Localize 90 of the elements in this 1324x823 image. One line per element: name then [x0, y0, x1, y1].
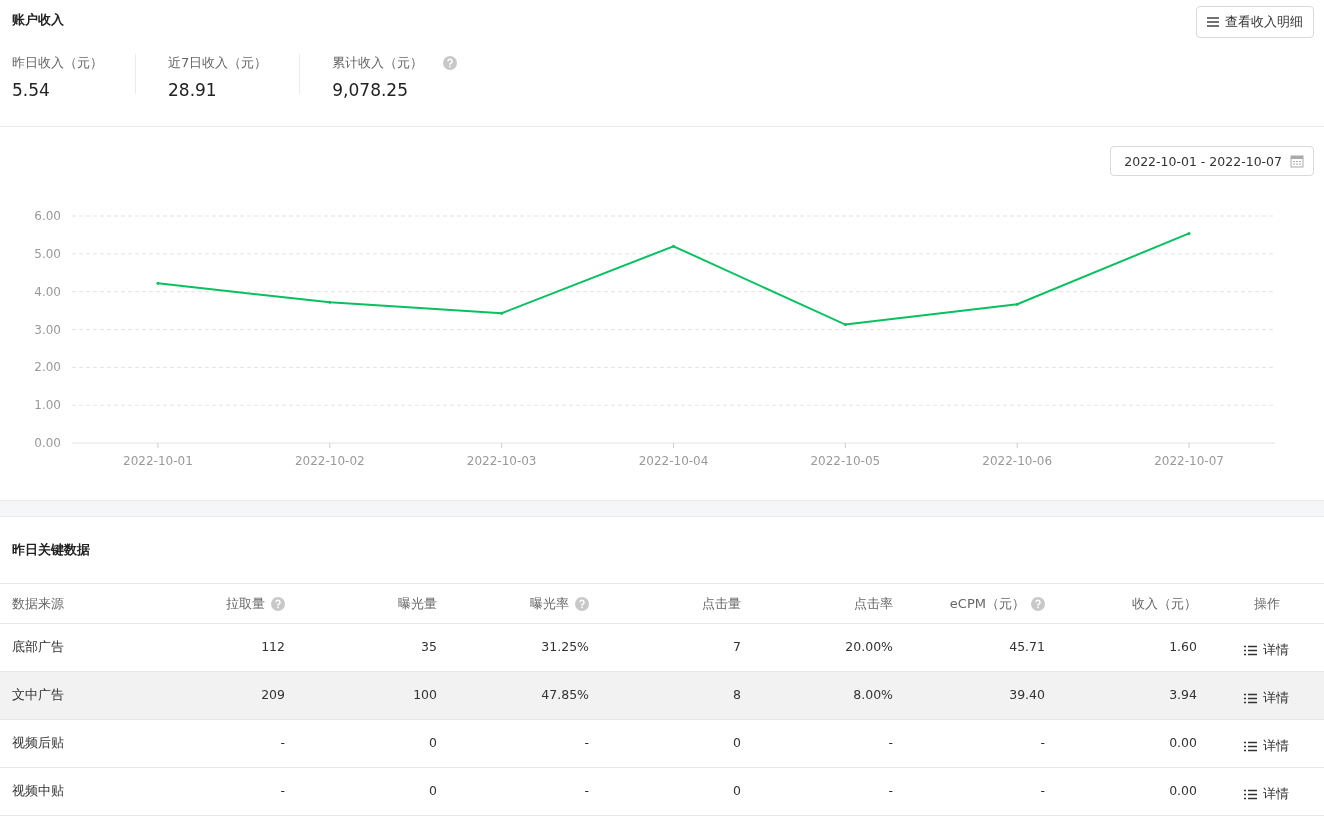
income-detail-button[interactable]: 查看收入明细 — [1196, 6, 1314, 38]
y-tick-label: 4.00 — [34, 284, 61, 299]
table-cell: 文中广告 — [12, 687, 64, 704]
table-cell: 7 — [733, 639, 741, 654]
table-cell: - — [584, 735, 589, 750]
table-cell: 8 — [733, 687, 741, 702]
calendar-icon — [1290, 154, 1304, 168]
detail-link[interactable]: 详情 — [1244, 738, 1289, 755]
table-row[interactable]: 文中广告 209 100 47.85% 8 8.00% 39.40 3.94 详情 — [0, 672, 1324, 720]
help-icon[interactable] — [271, 596, 285, 611]
section-title: 账户收入 — [12, 11, 64, 29]
table-cell: 0.00 — [1169, 783, 1197, 798]
menu-icon — [1207, 17, 1219, 27]
stat-label: 累计收入（元） — [332, 54, 424, 72]
data-point — [328, 300, 332, 304]
help-icon[interactable] — [443, 56, 458, 70]
list-icon — [1244, 741, 1257, 752]
table-cell: - — [888, 735, 893, 750]
x-tick-label: 2022-10-06 — [982, 454, 1053, 468]
table-cell: 3.94 — [1169, 687, 1197, 702]
column-header: eCPM（元） — [949, 594, 1025, 613]
table-cell: 8.00% — [853, 687, 893, 702]
table-cell: 0 — [429, 783, 437, 798]
column-header: 点击率 — [854, 594, 893, 613]
column-header: 操作 — [1253, 594, 1280, 613]
table-cell: - — [280, 735, 285, 750]
column-header: 收入（元） — [1132, 594, 1197, 613]
stat-value: 28.91 — [168, 80, 218, 100]
data-point — [500, 311, 504, 315]
help-icon[interactable] — [1031, 596, 1045, 611]
column-header: 曝光量 — [398, 594, 437, 613]
table-cell: - — [888, 783, 893, 798]
column-header: 数据来源 — [12, 594, 64, 613]
column-header: 拉取量 — [226, 594, 265, 613]
table-cell: - — [280, 783, 285, 798]
x-tick-label: 2022-10-03 — [466, 454, 537, 468]
table-cell: 39.40 — [1009, 687, 1045, 702]
table-cell: 112 — [261, 639, 285, 654]
x-tick-label: 2022-10-02 — [294, 454, 365, 468]
detail-link[interactable]: 详情 — [1244, 690, 1289, 707]
table-cell: 0 — [733, 783, 741, 798]
table-row[interactable]: 视频中贴 - 0 - 0 - - 0.00 详情 — [0, 768, 1324, 816]
table-cell: - — [1040, 783, 1045, 798]
table-cell: 0 — [733, 735, 741, 750]
table-cell: - — [1040, 735, 1045, 750]
table-cell: 视频中贴 — [12, 783, 64, 800]
table-cell: 47.85% — [541, 687, 589, 702]
data-point — [1187, 231, 1191, 235]
detail-link[interactable]: 详情 — [1244, 642, 1289, 659]
x-tick-label: 2022-10-04 — [638, 454, 709, 468]
date-range-picker[interactable]: 2022-10-01 - 2022-10-07 — [1110, 146, 1314, 176]
data-point — [672, 244, 675, 248]
stat-value: 5.54 — [12, 80, 51, 100]
table-cell: 31.25% — [541, 639, 589, 654]
table-cell: 1.60 — [1169, 639, 1197, 654]
table-cell: 209 — [261, 687, 285, 702]
table-cell: 45.71 — [1009, 639, 1045, 654]
date-range-text: 2022-10-01 - 2022-10-07 — [1124, 153, 1282, 169]
list-icon — [1244, 645, 1257, 656]
table-cell: 0 — [429, 735, 437, 750]
stat-value: 9,078.25 — [332, 80, 409, 100]
y-tick-label: 0.00 — [34, 436, 61, 450]
table-cell: 20.00% — [845, 639, 893, 654]
help-icon[interactable] — [575, 596, 589, 611]
list-icon — [1244, 693, 1257, 704]
x-tick-label: 2022-10-05 — [810, 454, 881, 468]
y-tick-label: 5.00 — [34, 246, 61, 261]
stat-label: 昨日收入（元） — [12, 54, 103, 72]
table-cell: - — [584, 783, 589, 798]
list-icon — [1244, 789, 1257, 800]
data-point — [1015, 302, 1019, 306]
table-cell: 0.00 — [1169, 735, 1197, 750]
table-cell: 底部广告 — [12, 639, 64, 656]
table-row[interactable]: 视频后贴 - 0 - 0 - - 0.00 详情 — [0, 720, 1324, 768]
y-tick-label: 1.00 — [34, 398, 61, 413]
y-tick-label: 6.00 — [34, 209, 61, 223]
table-cell: 35 — [421, 639, 437, 654]
x-tick-label: 2022-10-07 — [1154, 454, 1224, 468]
detail-link[interactable]: 详情 — [1244, 786, 1289, 803]
y-tick-label: 3.00 — [34, 322, 61, 337]
column-header: 曝光率 — [530, 594, 569, 613]
data-point — [156, 281, 160, 285]
column-header: 点击量 — [702, 594, 741, 613]
table-cell: 100 — [413, 687, 437, 702]
table-cell: 视频后贴 — [12, 735, 64, 752]
section-title: 昨日关键数据 — [11, 541, 91, 559]
stat-label: 近7日收入（元） — [168, 54, 268, 72]
y-tick-label: 2.00 — [34, 360, 61, 375]
data-point — [843, 323, 847, 327]
x-tick-label: 2022-10-01 — [123, 454, 193, 468]
